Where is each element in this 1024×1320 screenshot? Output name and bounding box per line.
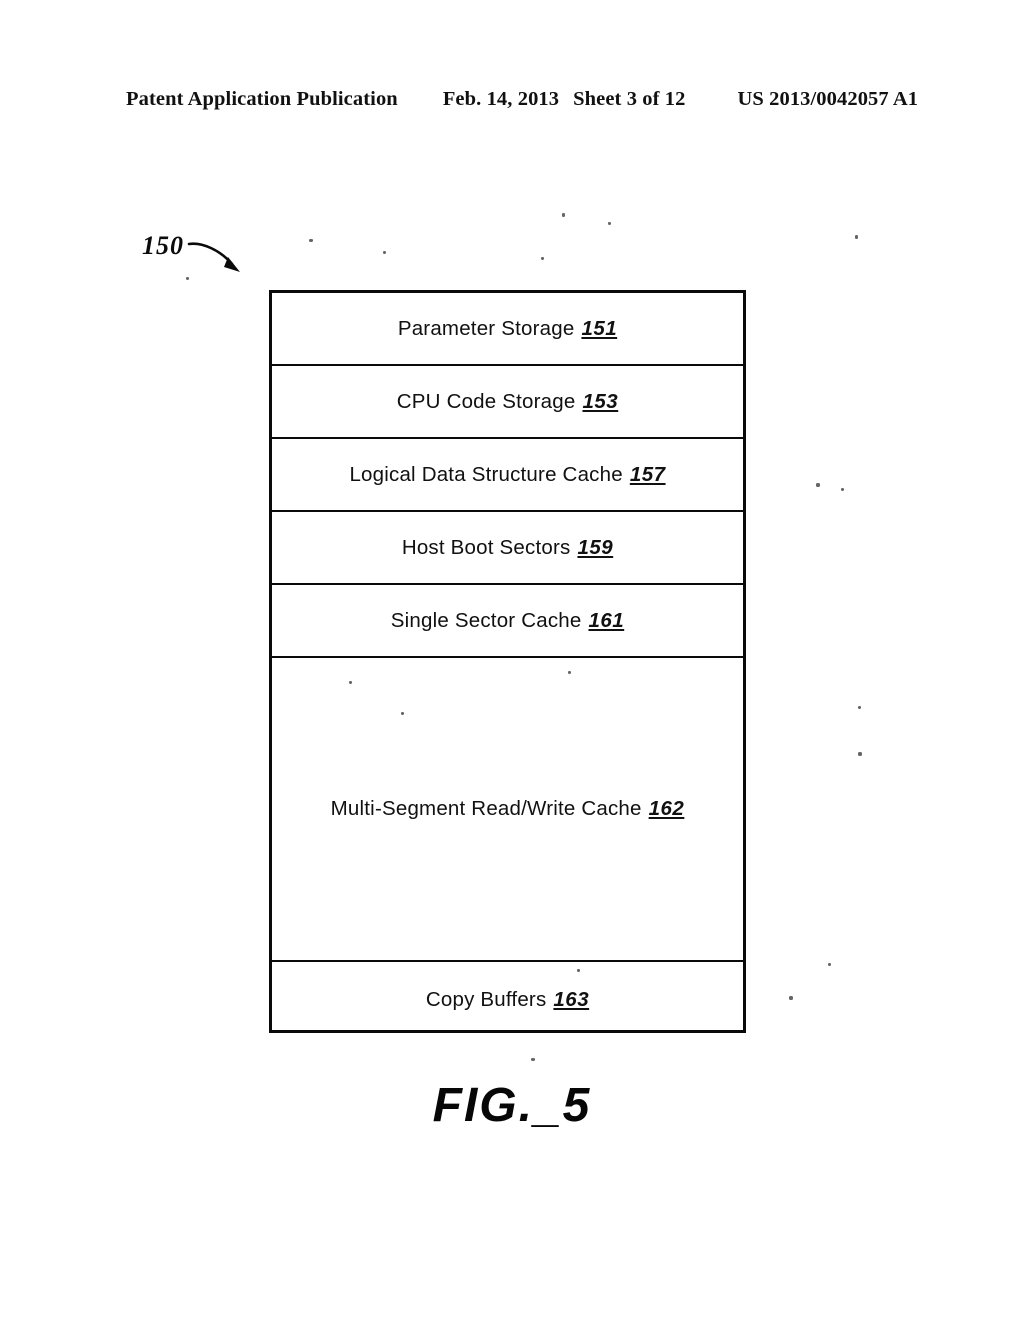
scan-speckle — [186, 277, 189, 280]
scan-speckle — [577, 969, 580, 972]
memory-region-parameter-storage: Parameter Storage 151 — [272, 293, 743, 366]
scan-speckle — [789, 996, 793, 1000]
scan-speckle — [401, 712, 404, 715]
scan-speckle — [349, 681, 352, 684]
scan-speckle — [309, 239, 313, 242]
region-name: Single Sector Cache — [390, 608, 582, 632]
memory-region-label: Logical Data Structure Cache 157 — [349, 463, 665, 487]
figure-callout-150: 150 — [142, 231, 184, 260]
scan-speckle — [858, 706, 861, 709]
scan-speckle — [855, 235, 858, 239]
region-name: Copy Buffers — [425, 987, 547, 1011]
scan-speckle — [841, 488, 844, 491]
memory-region-single-sector-cache: Single Sector Cache 161 — [272, 585, 743, 658]
region-reference-number: 161 — [588, 608, 625, 632]
scan-speckle — [541, 257, 544, 260]
scan-speckle — [383, 251, 386, 254]
scan-speckle — [828, 963, 831, 966]
memory-region-copy-buffers: Copy Buffers 163 — [272, 962, 743, 1037]
publication-date: Feb. 14, 2013 — [442, 88, 560, 110]
memory-region-cpu-code-storage: CPU Code Storage 153 — [272, 366, 743, 439]
region-name: Multi-Segment Read/Write Cache — [330, 797, 642, 820]
memory-region-logical-data-structure-cache: Logical Data Structure Cache 157 — [272, 439, 743, 512]
figure-caption: FIG._5 — [432, 1079, 592, 1132]
region-name: Host Boot Sectors — [401, 535, 571, 559]
region-name: Parameter Storage — [397, 316, 575, 340]
region-name: CPU Code Storage — [396, 389, 576, 413]
memory-region-multi-segment-read-write-cache: Multi-Segment Read/Write Cache 162 — [272, 658, 743, 962]
memory-region-host-boot-sectors: Host Boot Sectors 159 — [272, 512, 743, 585]
memory-map-diagram: Parameter Storage 151 CPU Code Storage 1… — [269, 290, 746, 1033]
region-reference-number: 151 — [581, 316, 618, 340]
scan-speckle — [816, 483, 820, 487]
scan-speckle — [562, 213, 565, 217]
scan-speckle — [531, 1058, 535, 1061]
memory-region-label: Copy Buffers 163 — [426, 988, 589, 1012]
region-reference-number: 153 — [582, 389, 619, 413]
scan-speckle — [608, 222, 611, 225]
memory-region-label: Parameter Storage 151 — [398, 317, 617, 341]
document-number: US 2013/0042057 A1 — [737, 88, 919, 110]
region-name: Logical Data Structure Cache — [349, 462, 623, 486]
memory-region-label: CPU Code Storage 153 — [397, 390, 618, 414]
region-reference-number: 159 — [577, 535, 614, 559]
publication-title: Patent Application Publication — [126, 88, 398, 110]
sheet-number: Sheet 3 of 12 — [573, 88, 686, 110]
memory-region-label: Host Boot Sectors 159 — [402, 536, 613, 560]
curved-arrow-icon — [187, 242, 240, 272]
scan-speckle — [858, 752, 862, 756]
publication-header: Patent Application Publication Feb. 14, … — [126, 88, 918, 114]
scan-speckle — [568, 671, 571, 674]
region-reference-number: 162 — [648, 797, 685, 820]
memory-region-label: Multi-Segment Read/Write Cache 162 — [331, 797, 685, 821]
region-reference-number: 157 — [629, 462, 666, 486]
memory-region-label: Single Sector Cache 161 — [391, 609, 624, 633]
region-reference-number: 163 — [553, 987, 590, 1011]
